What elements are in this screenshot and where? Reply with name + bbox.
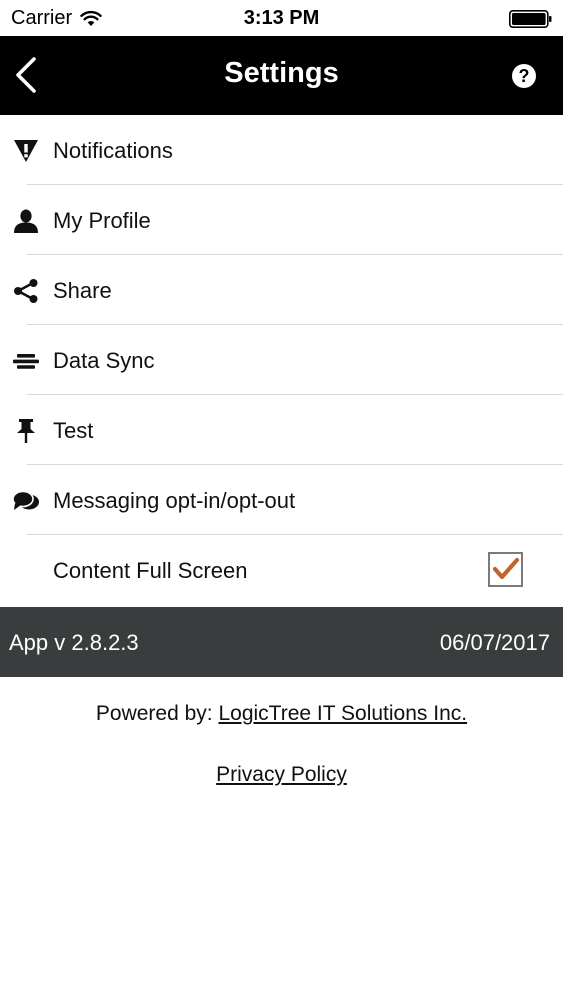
menu-item-label: Share [53, 278, 112, 303]
menu-item-label: My Profile [53, 208, 151, 233]
nav-bar: Settings ? [0, 36, 563, 115]
content-full-screen-checkbox[interactable] [488, 552, 523, 587]
menu-item-data-sync[interactable]: Data Sync [0, 325, 563, 395]
menu-item-messaging[interactable]: Messaging opt-in/opt-out [0, 465, 563, 535]
menu-item-share[interactable]: Share [0, 255, 563, 325]
menu-item-test[interactable]: Test [0, 395, 563, 465]
menu-item-label: Messaging opt-in/opt-out [53, 488, 296, 513]
app-version: App v 2.8.2.3 [9, 630, 139, 655]
warning-icon [14, 140, 38, 162]
pin-icon [17, 419, 35, 443]
version-date: 06/07/2017 [439, 630, 550, 655]
help-icon[interactable]: ? [512, 64, 536, 88]
sync-icon [13, 354, 39, 369]
powered-by-label: Powered by: [95, 702, 213, 725]
menu-item-label: Test [53, 418, 94, 443]
menu-item-notifications[interactable]: Notifications [0, 115, 563, 185]
battery-icon [509, 10, 552, 28]
menu-item-label: Notifications [53, 138, 173, 163]
powered-by: Powered by: LogicTree IT Solutions Inc. [0, 702, 563, 726]
menu-item-content-full-screen: Content Full Screen [0, 535, 563, 605]
checkmark-icon [492, 557, 520, 580]
share-icon [14, 279, 38, 303]
menu-item-label: Data Sync [53, 348, 155, 373]
version-bar: App v 2.8.2.3 06/07/2017 [0, 607, 563, 677]
menu-item-my-profile[interactable]: My Profile [0, 185, 563, 255]
status-time: 3:13 PM [243, 7, 320, 29]
chat-icon [12, 490, 39, 510]
company-link[interactable]: LogicTree IT Solutions Inc. [218, 702, 467, 725]
user-icon [14, 209, 38, 233]
settings-menu: Notifications My Profile Share Data Sync [0, 115, 563, 605]
privacy-policy-link[interactable]: Privacy Policy [216, 763, 347, 786]
status-bar: Carrier 3:13 PM [0, 0, 563, 36]
menu-item-label: Content Full Screen [53, 558, 248, 583]
page-title: Settings [224, 57, 339, 89]
privacy-policy: Privacy Policy [0, 763, 563, 787]
